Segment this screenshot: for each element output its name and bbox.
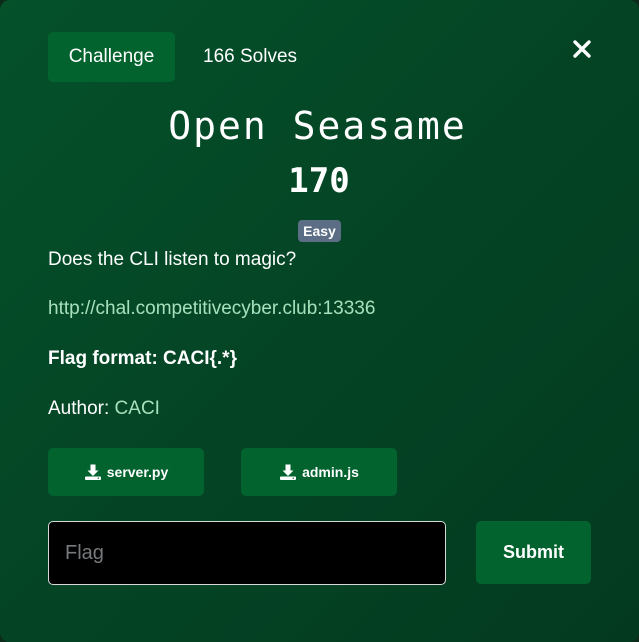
challenge-modal: Challenge 166 Solves Open Seasame 170 Ea… (0, 0, 639, 642)
download-icon (84, 464, 101, 480)
author-label: Author: (48, 398, 115, 419)
tab-solves[interactable]: 166 Solves (203, 46, 297, 68)
challenge-title: Open Seasame (168, 104, 467, 148)
close-icon (573, 40, 591, 58)
challenge-description: Does the CLI listen to magic? (48, 249, 297, 270)
download-server-py-button[interactable]: server.py (48, 448, 204, 496)
close-button[interactable] (571, 38, 593, 60)
flag-input[interactable] (48, 521, 446, 585)
author-line: Author: CACI (48, 398, 160, 420)
file-name: admin.js (302, 464, 359, 480)
difficulty-badge: Easy (298, 220, 341, 242)
challenge-url-link[interactable]: http://chal.competitivecyber.club:13336 (48, 298, 375, 320)
tab-challenge[interactable]: Challenge (48, 32, 175, 82)
author-name-link[interactable]: CACI (115, 398, 160, 419)
submit-button[interactable]: Submit (476, 521, 591, 584)
file-name: server.py (106, 464, 169, 480)
download-icon (280, 464, 297, 480)
download-admin-js-button[interactable]: admin.js (241, 448, 397, 496)
flag-format-text: Flag format: CACI{.*} (48, 348, 237, 369)
challenge-points: 170 (288, 161, 350, 201)
